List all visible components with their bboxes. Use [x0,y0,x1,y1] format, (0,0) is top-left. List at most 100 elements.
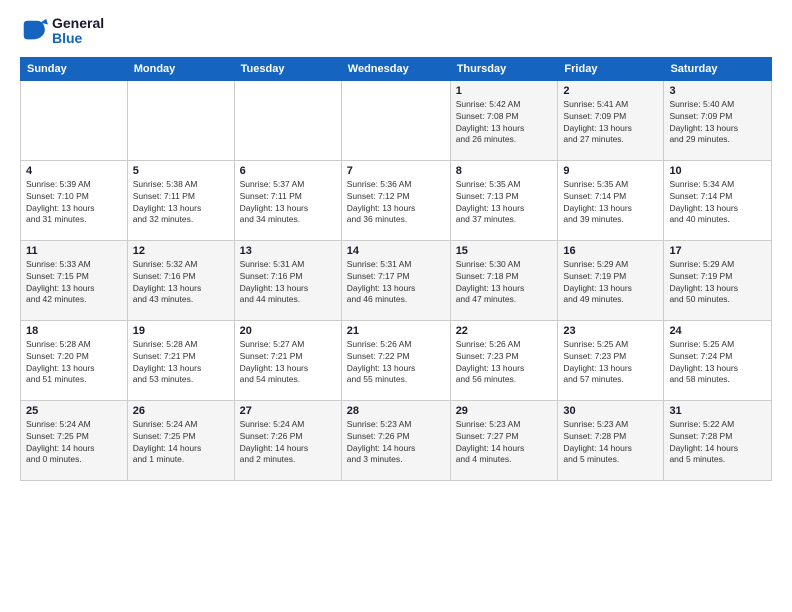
day-info: Sunrise: 5:36 AM Sunset: 7:12 PM Dayligh… [347,179,445,227]
day-info: Sunrise: 5:27 AM Sunset: 7:21 PM Dayligh… [240,339,336,387]
day-info: Sunrise: 5:30 AM Sunset: 7:18 PM Dayligh… [456,259,553,307]
day-info: Sunrise: 5:26 AM Sunset: 7:23 PM Dayligh… [456,339,553,387]
calendar-cell: 16 Sunrise: 5:29 AM Sunset: 7:19 PM Dayli… [558,240,664,320]
calendar-cell: 28 Sunrise: 5:23 AM Sunset: 7:26 PM Dayli… [341,400,450,480]
calendar-week-row: 4 Sunrise: 5:39 AM Sunset: 7:10 PM Daylig… [21,160,772,240]
day-info: Sunrise: 5:33 AM Sunset: 7:15 PM Dayligh… [26,259,122,307]
calendar-cell: 10 Sunrise: 5:34 AM Sunset: 7:14 PM Dayli… [664,160,772,240]
day-info: Sunrise: 5:24 AM Sunset: 7:26 PM Dayligh… [240,419,336,467]
day-info: Sunrise: 5:29 AM Sunset: 7:19 PM Dayligh… [563,259,658,307]
day-info: Sunrise: 5:28 AM Sunset: 7:20 PM Dayligh… [26,339,122,387]
calendar-cell [234,80,341,160]
day-number: 7 [347,165,445,177]
day-number: 10 [669,165,766,177]
calendar-cell: 3Sunrise: 5:40 AM Sunset: 7:09 PM Daylig… [664,80,772,160]
day-info: Sunrise: 5:31 AM Sunset: 7:16 PM Dayligh… [240,259,336,307]
day-info: Sunrise: 5:37 AM Sunset: 7:11 PM Dayligh… [240,179,336,227]
calendar-cell: 18 Sunrise: 5:28 AM Sunset: 7:20 PM Dayli… [21,320,128,400]
day-info: Sunrise: 5:38 AM Sunset: 7:11 PM Dayligh… [133,179,229,227]
calendar-table: SundayMondayTuesdayWednesdayThursdayFrid… [20,57,772,481]
calendar-cell: 7 Sunrise: 5:36 AM Sunset: 7:12 PM Daylig… [341,160,450,240]
page: General Blue SundayMondayTuesdayWednesda… [0,0,792,612]
day-number: 22 [456,325,553,337]
day-number: 18 [26,325,122,337]
day-number: 5 [133,165,229,177]
calendar-cell: 12 Sunrise: 5:32 AM Sunset: 7:16 PM Dayli… [127,240,234,320]
day-info: Sunrise: 5:35 AM Sunset: 7:14 PM Dayligh… [563,179,658,227]
calendar-cell: 11Sunrise: 5:33 AM Sunset: 7:15 PM Dayli… [21,240,128,320]
calendar-week-row: 11Sunrise: 5:33 AM Sunset: 7:15 PM Dayli… [21,240,772,320]
day-number: 14 [347,245,445,257]
calendar-cell: 2Sunrise: 5:41 AM Sunset: 7:09 PM Daylig… [558,80,664,160]
day-number: 16 [563,245,658,257]
day-number: 28 [347,405,445,417]
day-info: Sunrise: 5:29 AM Sunset: 7:19 PM Dayligh… [669,259,766,307]
day-number: 24 [669,325,766,337]
day-number: 4 [26,165,122,177]
header: General Blue [20,16,772,47]
weekday-header-monday: Monday [127,57,234,80]
calendar-cell: 29Sunrise: 5:23 AM Sunset: 7:27 PM Dayli… [450,400,558,480]
day-number: 20 [240,325,336,337]
calendar-cell: 13 Sunrise: 5:31 AM Sunset: 7:16 PM Dayli… [234,240,341,320]
calendar-cell: 25 Sunrise: 5:24 AM Sunset: 7:25 PM Dayli… [21,400,128,480]
calendar-cell [21,80,128,160]
day-number: 29 [456,405,553,417]
calendar-cell: 23 Sunrise: 5:25 AM Sunset: 7:23 PM Dayli… [558,320,664,400]
day-info: Sunrise: 5:24 AM Sunset: 7:25 PM Dayligh… [26,419,122,467]
calendar-cell: 26Sunrise: 5:24 AM Sunset: 7:25 PM Dayli… [127,400,234,480]
weekday-header-tuesday: Tuesday [234,57,341,80]
calendar-cell: 6Sunrise: 5:37 AM Sunset: 7:11 PM Daylig… [234,160,341,240]
weekday-header-wednesday: Wednesday [341,57,450,80]
calendar-cell: 14 Sunrise: 5:31 AM Sunset: 7:17 PM Dayli… [341,240,450,320]
day-info: Sunrise: 5:28 AM Sunset: 7:21 PM Dayligh… [133,339,229,387]
calendar-cell: 27Sunrise: 5:24 AM Sunset: 7:26 PM Dayli… [234,400,341,480]
day-number: 31 [669,405,766,417]
day-number: 3 [669,85,766,97]
day-number: 19 [133,325,229,337]
day-info: Sunrise: 5:23 AM Sunset: 7:28 PM Dayligh… [563,419,658,467]
day-number: 1 [456,85,553,97]
calendar-cell: 21 Sunrise: 5:26 AM Sunset: 7:22 PM Dayli… [341,320,450,400]
calendar-cell: 19 Sunrise: 5:28 AM Sunset: 7:21 PM Dayli… [127,320,234,400]
calendar-header: SundayMondayTuesdayWednesdayThursdayFrid… [21,57,772,80]
day-info: Sunrise: 5:24 AM Sunset: 7:25 PM Dayligh… [133,419,229,467]
calendar-body: 1Sunrise: 5:42 AM Sunset: 7:08 PM Daylig… [21,80,772,480]
day-number: 12 [133,245,229,257]
calendar-cell: 20 Sunrise: 5:27 AM Sunset: 7:21 PM Dayli… [234,320,341,400]
calendar-cell: 8Sunrise: 5:35 AM Sunset: 7:13 PM Daylig… [450,160,558,240]
calendar-cell: 22 Sunrise: 5:26 AM Sunset: 7:23 PM Dayli… [450,320,558,400]
day-info: Sunrise: 5:41 AM Sunset: 7:09 PM Dayligh… [563,99,658,147]
calendar-cell: 15 Sunrise: 5:30 AM Sunset: 7:18 PM Dayli… [450,240,558,320]
day-info: Sunrise: 5:31 AM Sunset: 7:17 PM Dayligh… [347,259,445,307]
day-number: 8 [456,165,553,177]
day-info: Sunrise: 5:22 AM Sunset: 7:28 PM Dayligh… [669,419,766,467]
weekday-header-row: SundayMondayTuesdayWednesdayThursdayFrid… [21,57,772,80]
calendar-cell [341,80,450,160]
day-info: Sunrise: 5:25 AM Sunset: 7:24 PM Dayligh… [669,339,766,387]
weekday-header-sunday: Sunday [21,57,128,80]
calendar-week-row: 18 Sunrise: 5:28 AM Sunset: 7:20 PM Dayli… [21,320,772,400]
calendar-cell [127,80,234,160]
day-info: Sunrise: 5:26 AM Sunset: 7:22 PM Dayligh… [347,339,445,387]
day-info: Sunrise: 5:39 AM Sunset: 7:10 PM Dayligh… [26,179,122,227]
weekday-header-thursday: Thursday [450,57,558,80]
day-number: 17 [669,245,766,257]
day-info: Sunrise: 5:34 AM Sunset: 7:14 PM Dayligh… [669,179,766,227]
logo-icon [20,17,48,45]
day-info: Sunrise: 5:25 AM Sunset: 7:23 PM Dayligh… [563,339,658,387]
day-number: 23 [563,325,658,337]
calendar-week-row: 1Sunrise: 5:42 AM Sunset: 7:08 PM Daylig… [21,80,772,160]
day-number: 9 [563,165,658,177]
calendar-cell: 24 Sunrise: 5:25 AM Sunset: 7:24 PM Dayli… [664,320,772,400]
day-info: Sunrise: 5:32 AM Sunset: 7:16 PM Dayligh… [133,259,229,307]
day-number: 13 [240,245,336,257]
day-number: 21 [347,325,445,337]
day-number: 25 [26,405,122,417]
calendar-cell: 4 Sunrise: 5:39 AM Sunset: 7:10 PM Daylig… [21,160,128,240]
day-number: 30 [563,405,658,417]
day-number: 15 [456,245,553,257]
calendar-cell: 31 Sunrise: 5:22 AM Sunset: 7:28 PM Dayli… [664,400,772,480]
calendar-cell: 17 Sunrise: 5:29 AM Sunset: 7:19 PM Dayli… [664,240,772,320]
day-info: Sunrise: 5:23 AM Sunset: 7:26 PM Dayligh… [347,419,445,467]
